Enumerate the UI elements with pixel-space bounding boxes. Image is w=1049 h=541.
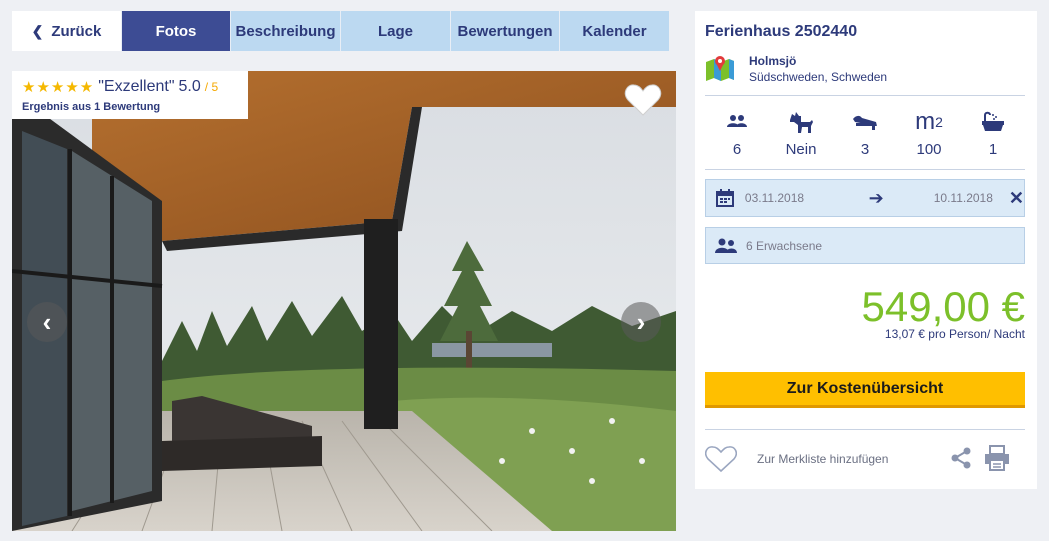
divider [705, 169, 1025, 170]
tab-description-label: Beschreibung [235, 22, 336, 40]
bed-icon [853, 115, 877, 130]
rating-badge: ★★★★★ "Exzellent" 5.0 / 5 Ergebnis aus 1… [12, 71, 248, 119]
add-to-wishlist-link[interactable]: Zur Merkliste hinzufügen [757, 452, 888, 466]
share-icon[interactable] [949, 446, 973, 470]
tab-location-label: Lage [377, 22, 413, 40]
rating-label: "Exzellent" [98, 78, 175, 95]
back-button[interactable]: ❮ Zurück [12, 11, 122, 51]
bathrooms-value: 1 [988, 141, 998, 158]
heart-icon[interactable] [624, 83, 662, 117]
location-name: Holmsjö [749, 54, 797, 68]
tab-reviews[interactable]: Bewertungen [451, 11, 560, 51]
date-range-picker[interactable]: 03.11.2018 ➔ 10.11.2018 ✕ [705, 179, 1025, 217]
close-icon[interactable]: ✕ [1009, 188, 1024, 209]
date-to-field[interactable]: 10.11.2018 [901, 191, 993, 205]
persons-value: 6 [732, 141, 742, 158]
price-per-person: 13,07 € pro Person/ Nacht [884, 327, 1025, 341]
tab-bar: ❮ Zurück Fotos Beschreibung Lage Bewertu… [12, 11, 669, 51]
persons-icon [715, 238, 737, 253]
house-photo [12, 71, 676, 531]
price-total: 549,00 € [861, 283, 1026, 330]
heart-icon[interactable] [705, 445, 737, 473]
bathtub-icon [982, 111, 1004, 131]
tab-photos-label: Fotos [155, 22, 197, 40]
rating-stars: ★★★★★ [22, 79, 95, 96]
rating-score: 5.0 [178, 78, 201, 95]
tab-calendar[interactable]: Kalender [560, 11, 669, 51]
tab-calendar-label: Kalender [582, 22, 647, 40]
feature-area: m2 100 [897, 107, 961, 167]
print-icon[interactable] [983, 444, 1011, 472]
date-from-field[interactable]: 03.11.2018 [745, 191, 852, 205]
rating-count: Ergebnis aus 1 Bewertung [22, 101, 161, 113]
listing-title: Ferienhaus 2502440 [705, 23, 858, 40]
area-unit-exponent: 2 [935, 114, 943, 130]
feature-bathrooms: 1 [961, 107, 1025, 167]
cost-overview-button[interactable]: Zur Kostenübersicht [705, 372, 1025, 408]
guests-field[interactable]: 6 Erwachsene [705, 227, 1025, 264]
guests-value: 6 Erwachsene [746, 238, 823, 253]
location: Holmsjö Südschweden, Schweden [705, 54, 887, 84]
action-row: Zur Merkliste hinzufügen [705, 444, 1025, 474]
tab-location[interactable]: Lage [341, 11, 451, 51]
location-region: Südschweden, Schweden [749, 70, 888, 84]
pets-value: Nein [785, 141, 817, 158]
dog-icon [790, 112, 813, 133]
bedrooms-value: 3 [860, 141, 870, 158]
feature-persons: 6 [705, 107, 769, 167]
divider [705, 95, 1025, 96]
area-unit: m [915, 108, 936, 135]
tab-reviews-label: Bewertungen [457, 22, 553, 40]
photo-gallery[interactable]: ★★★★★ "Exzellent" 5.0 / 5 Ergebnis aus 1… [12, 71, 676, 531]
feature-bedrooms: 3 [833, 107, 897, 167]
chevron-right-icon[interactable]: › [621, 302, 661, 342]
feature-list: 6 Nein 3 m2 100 1 [705, 107, 1025, 167]
feature-pets: Nein [769, 107, 833, 167]
tab-photos[interactable]: Fotos [122, 11, 231, 51]
chevron-left-icon: ❮ [31, 22, 44, 39]
arrow-right-icon: ➔ [868, 187, 884, 208]
rating-max: / 5 [204, 80, 219, 94]
area-icon: m2 [915, 107, 943, 137]
booking-panel: Ferienhaus 2502440 Holmsjö Südschweden, … [695, 11, 1037, 489]
divider [705, 429, 1025, 430]
area-value: 100 [916, 141, 942, 158]
calendar-icon [716, 189, 735, 207]
persons-icon [727, 115, 747, 127]
back-label: Zurück [51, 22, 102, 40]
map-icon [706, 56, 734, 81]
tab-description[interactable]: Beschreibung [231, 11, 341, 51]
chevron-left-icon[interactable]: ‹ [27, 302, 67, 342]
